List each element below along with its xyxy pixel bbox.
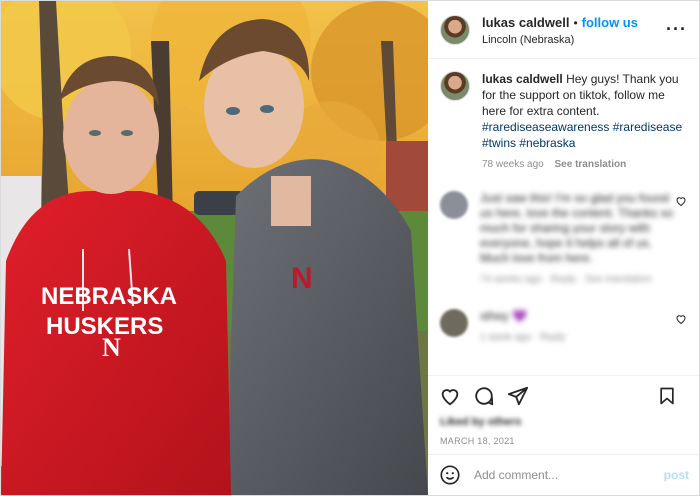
post-comment-button[interactable]: post xyxy=(664,468,689,482)
comment-item: Just saw this! I'm so glad you found us … xyxy=(440,191,687,287)
caption-age: 78 weeks ago xyxy=(482,159,544,170)
photo-illustration: N NEBRASKA HUSKERS N xyxy=(1,1,428,495)
likes-count[interactable]: Liked by others xyxy=(428,416,699,434)
emoji-icon[interactable] xyxy=(438,463,462,487)
jacket-logo: N xyxy=(291,262,313,295)
author-avatar[interactable] xyxy=(440,14,470,45)
hashtag-link[interactable]: #raredisease xyxy=(613,120,682,134)
caption-meta: 78 weeks ago See translation xyxy=(482,157,687,173)
comment-input[interactable]: Add comment... xyxy=(474,468,664,482)
sweatshirt-logo: N xyxy=(102,333,121,362)
post-caption: lukas caldwell Hey guys! Thank you for t… xyxy=(440,71,687,173)
action-bar xyxy=(428,375,699,416)
post-photo[interactable]: N NEBRASKA HUSKERS N xyxy=(1,1,428,495)
post-location[interactable]: Lincoln (Nebraska) xyxy=(482,34,638,46)
comment-icon[interactable] xyxy=(472,384,496,408)
comment-text: Just saw this! I'm so glad you found us … xyxy=(480,191,674,265)
share-icon[interactable] xyxy=(506,384,530,408)
post-date: MARCH 18, 2021 xyxy=(440,436,515,446)
separator-dot: • xyxy=(573,15,578,30)
bookmark-icon[interactable] xyxy=(655,384,679,408)
post-sidebar: lukas caldwell • follow us Lincoln (Nebras… xyxy=(428,1,699,495)
add-comment-bar: Add comment... post xyxy=(428,454,699,495)
comment-like-icon[interactable] xyxy=(675,313,687,328)
commenter-avatar[interactable] xyxy=(440,191,468,219)
caption-username[interactable]: lukas caldwell xyxy=(482,72,563,86)
heart-icon[interactable] xyxy=(438,384,462,408)
comments-section: lukas caldwell Hey guys! Thank you for t… xyxy=(428,59,699,375)
commenter-avatar[interactable] xyxy=(440,309,468,337)
comment-meta: 1 week ago · Reply xyxy=(480,332,566,343)
hashtag-link[interactable]: #twins xyxy=(482,136,516,150)
post-header: lukas caldwell • follow us Lincoln (Nebras… xyxy=(428,1,699,59)
see-translation-link[interactable]: See translation xyxy=(555,159,627,170)
hashtag-link[interactable]: #nebraska xyxy=(519,136,575,150)
post-modal: N NEBRASKA HUSKERS N lukas caldwell • foll… xyxy=(0,0,700,496)
sweatshirt-text-line1: NEBRASKA xyxy=(41,283,177,310)
caption-avatar[interactable] xyxy=(440,71,470,101)
comment-text: sthey 💜 xyxy=(480,309,527,323)
author-username[interactable]: lukas caldwell xyxy=(482,15,569,30)
comment-item: sthey 💜 1 week ago · Reply xyxy=(440,309,687,345)
more-options-icon[interactable]: ··· xyxy=(666,19,687,40)
follow-button[interactable]: follow us xyxy=(582,15,638,30)
hashtag-link[interactable]: #rarediseaseawareness xyxy=(482,120,609,134)
comment-like-icon[interactable] xyxy=(675,195,687,210)
comment-meta: 74 weeks ago · Reply · See translation xyxy=(480,274,652,285)
